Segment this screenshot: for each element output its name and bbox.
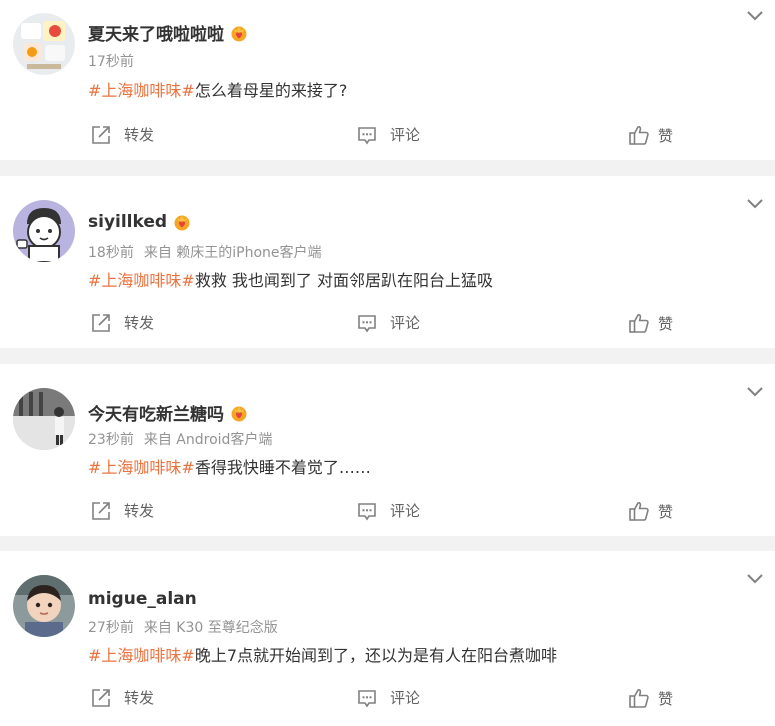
comment-icon [358,502,376,520]
post-card: siyillked 18秒前 来自 赖床王的iPhone客户端 #上海咖啡味#救救… [0,176,775,348]
comment-icon [358,314,376,332]
post-content: 晚上7点就开始闻到了，还以为是有人在阳台煮咖啡 [194,646,558,665]
thumbs-up-icon [629,689,649,708]
post-content: 救救 我也闻到了 对面邻居趴在阳台上猛吸 [194,271,494,290]
repost-icon [92,688,110,707]
post-time[interactable]: 27秒前 [88,620,134,636]
user-avatar[interactable] [13,200,75,262]
thumbs-up-icon [629,314,649,333]
comment-label: 评论 [390,689,421,707]
repost-icon [92,125,110,144]
username[interactable]: 今天有吃新兰糖吗 [88,400,248,425]
user-avatar[interactable] [13,575,75,637]
post-content: 香得我快睡不着觉了…… [194,458,371,477]
like-label: 赞 [658,314,674,333]
post-card: 夏天来了哦啦啦啦 17秒前 #上海咖啡味#怎么着母星的来接了? 转发 评论 赞 [0,0,775,160]
chevron-down-icon[interactable] [746,386,764,398]
post-source: 来自 K30 至尊纪念版 [143,620,278,636]
hashtag-link[interactable]: #上海咖啡味# [88,646,195,665]
thumbs-up-icon [629,502,649,521]
post-text: #上海咖啡味#怎么着母星的来接了? [88,77,347,101]
post-time[interactable]: 17秒前 [88,54,134,70]
action-bar: 转发 评论 赞 [0,312,775,336]
thumbs-up-icon [629,126,649,145]
vip-badge-icon [231,406,247,421]
username[interactable]: siyillked [88,212,191,232]
repost-button[interactable]: 转发 [91,687,154,708]
post-time[interactable]: 23秒前 [88,432,134,448]
chevron-down-icon[interactable] [746,573,764,585]
hashtag-link[interactable]: #上海咖啡味# [88,81,195,100]
repost-label: 转发 [124,314,155,332]
like-button[interactable]: 赞 [628,687,673,709]
comment-label: 评论 [390,126,421,144]
chevron-down-icon[interactable] [746,198,764,210]
repost-button[interactable]: 转发 [91,312,154,333]
like-label: 赞 [658,126,674,145]
username[interactable]: migue_alan [88,589,197,609]
hashtag-link[interactable]: #上海咖啡味# [88,271,195,290]
repost-label: 转发 [124,502,155,520]
post-meta: 23秒前 来自 Android客户端 [88,429,272,449]
post-text: #上海咖啡味#香得我快睡不着觉了…… [88,454,371,478]
like-label: 赞 [658,502,674,521]
comment-button[interactable]: 评论 [357,124,420,145]
post-source: 来自 Android客户端 [143,432,273,448]
repost-icon [92,313,110,332]
user-avatar[interactable] [13,388,75,450]
post-time[interactable]: 18秒前 [88,245,134,261]
chevron-down-icon[interactable] [746,10,764,22]
like-button[interactable]: 赞 [628,124,673,146]
username-text[interactable]: 今天有吃新兰糖吗 [88,400,224,425]
post-source: 来自 赖床王的iPhone客户端 [143,245,322,261]
comment-label: 评论 [390,314,421,332]
post-text: #上海咖啡味#晚上7点就开始闻到了，还以为是有人在阳台煮咖啡 [88,642,557,666]
comment-label: 评论 [390,502,421,520]
post-content: 怎么着母星的来接了? [194,81,348,100]
like-label: 赞 [658,689,674,708]
username-text[interactable]: migue_alan [88,589,197,609]
user-avatar[interactable] [13,13,75,75]
username[interactable]: 夏天来了哦啦啦啦 [88,20,248,45]
vip-badge-icon [174,215,190,231]
like-button[interactable]: 赞 [628,312,673,334]
repost-label: 转发 [124,126,155,144]
like-button[interactable]: 赞 [628,500,673,522]
repost-label: 转发 [124,689,155,707]
post-card: 今天有吃新兰糖吗 23秒前 来自 Android客户端 #上海咖啡味#香得我快睡不… [0,364,775,536]
action-bar: 转发 评论 赞 [0,687,775,711]
action-bar: 转发 评论 赞 [0,500,775,524]
vip-badge-icon [231,26,247,41]
username-text[interactable]: siyillked [88,212,167,232]
repost-icon [92,501,110,520]
comment-button[interactable]: 评论 [357,687,420,708]
repost-button[interactable]: 转发 [91,124,154,145]
post-meta: 17秒前 [88,51,134,71]
action-bar: 转发 评论 赞 [0,124,775,148]
comment-icon [358,689,376,707]
post-card: migue_alan 27秒前 来自 K30 至尊纪念版 #上海咖啡味#晚上7点就… [0,551,775,726]
hashtag-link[interactable]: #上海咖啡味# [88,458,195,477]
repost-button[interactable]: 转发 [91,500,154,521]
comment-button[interactable]: 评论 [357,500,420,521]
post-meta: 27秒前 来自 K30 至尊纪念版 [88,617,278,637]
username-text[interactable]: 夏天来了哦啦啦啦 [88,20,224,45]
post-meta: 18秒前 来自 赖床王的iPhone客户端 [88,242,322,262]
comment-icon [358,126,376,144]
comment-button[interactable]: 评论 [357,312,420,333]
post-text: #上海咖啡味#救救 我也闻到了 对面邻居趴在阳台上猛吸 [88,267,493,291]
